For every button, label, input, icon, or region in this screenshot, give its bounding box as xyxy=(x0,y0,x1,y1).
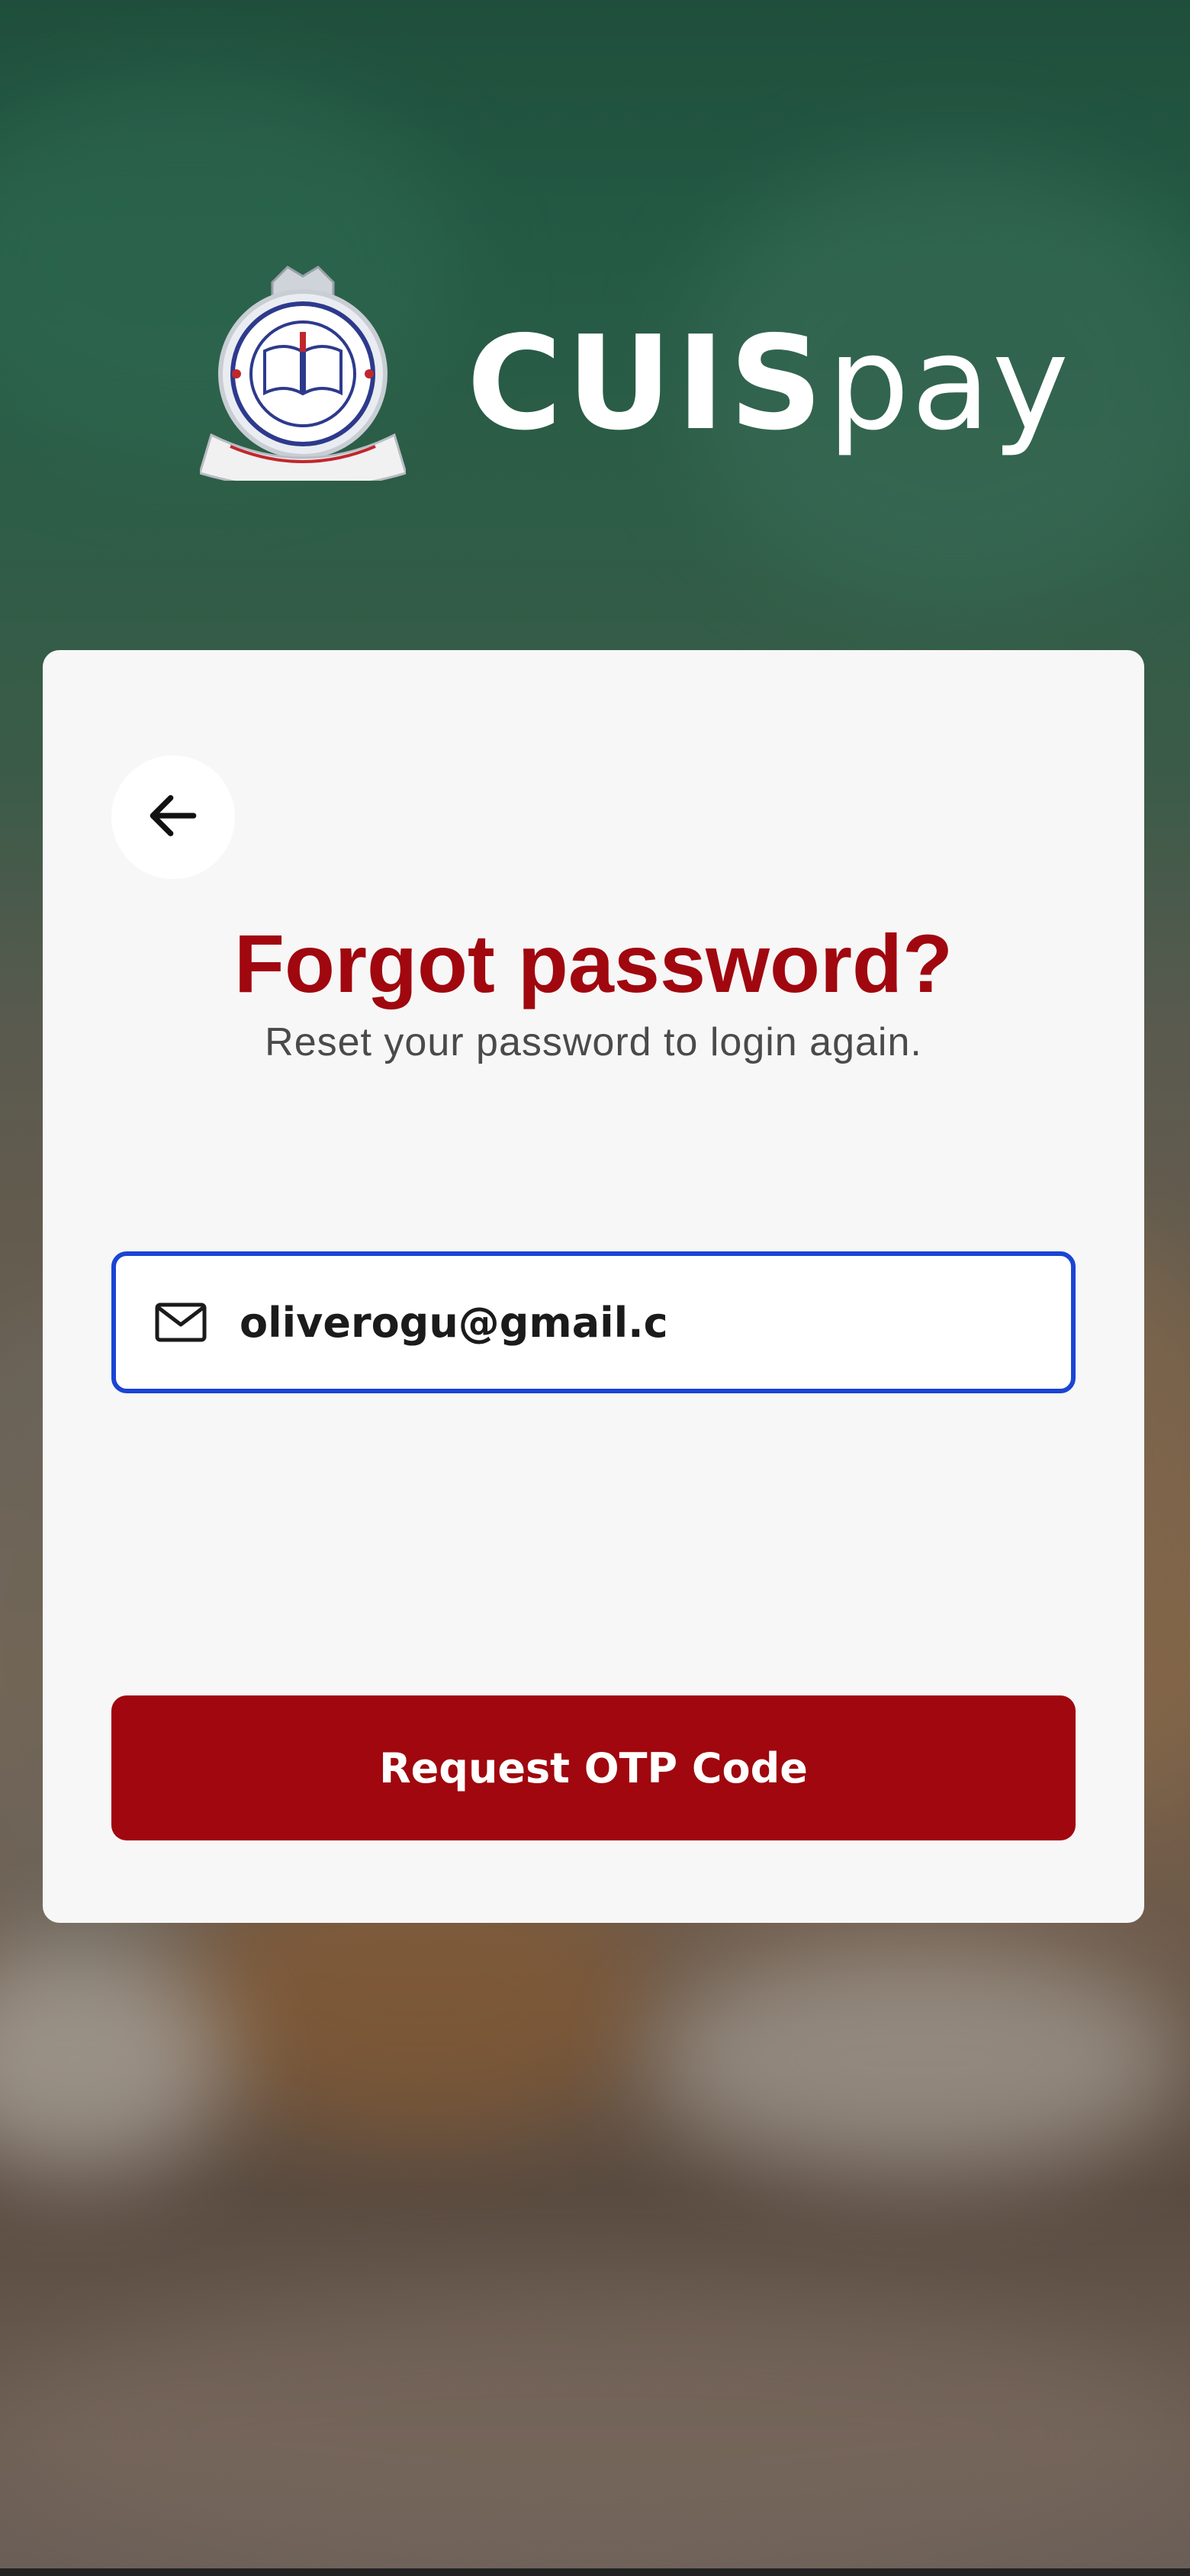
forgot-password-card: Forgot password? Reset your password to … xyxy=(43,650,1144,1923)
school-crest-icon xyxy=(198,259,407,490)
bottom-edge xyxy=(0,2568,1190,2576)
page-title: Forgot password? xyxy=(234,917,953,1009)
mail-icon xyxy=(154,1302,207,1343)
background-blur xyxy=(648,1946,1182,2175)
email-field[interactable] xyxy=(111,1251,1076,1393)
background-blur xyxy=(0,2289,1190,2576)
page-subtitle: Reset your password to login again. xyxy=(265,1020,922,1064)
brand-header: CUISpay xyxy=(0,259,1190,490)
email-input[interactable] xyxy=(240,1298,1002,1347)
brand-name-bold: CUIS xyxy=(467,308,828,459)
arrow-left-icon xyxy=(143,785,204,850)
back-button[interactable] xyxy=(111,755,235,879)
brand-name-light: pay xyxy=(827,308,1071,459)
request-otp-button[interactable]: Request OTP Code xyxy=(111,1695,1076,1840)
app-logo-text: CUISpay xyxy=(467,319,1070,449)
screen: CUISpay Forgot password? Reset your pass… xyxy=(0,0,1190,2576)
